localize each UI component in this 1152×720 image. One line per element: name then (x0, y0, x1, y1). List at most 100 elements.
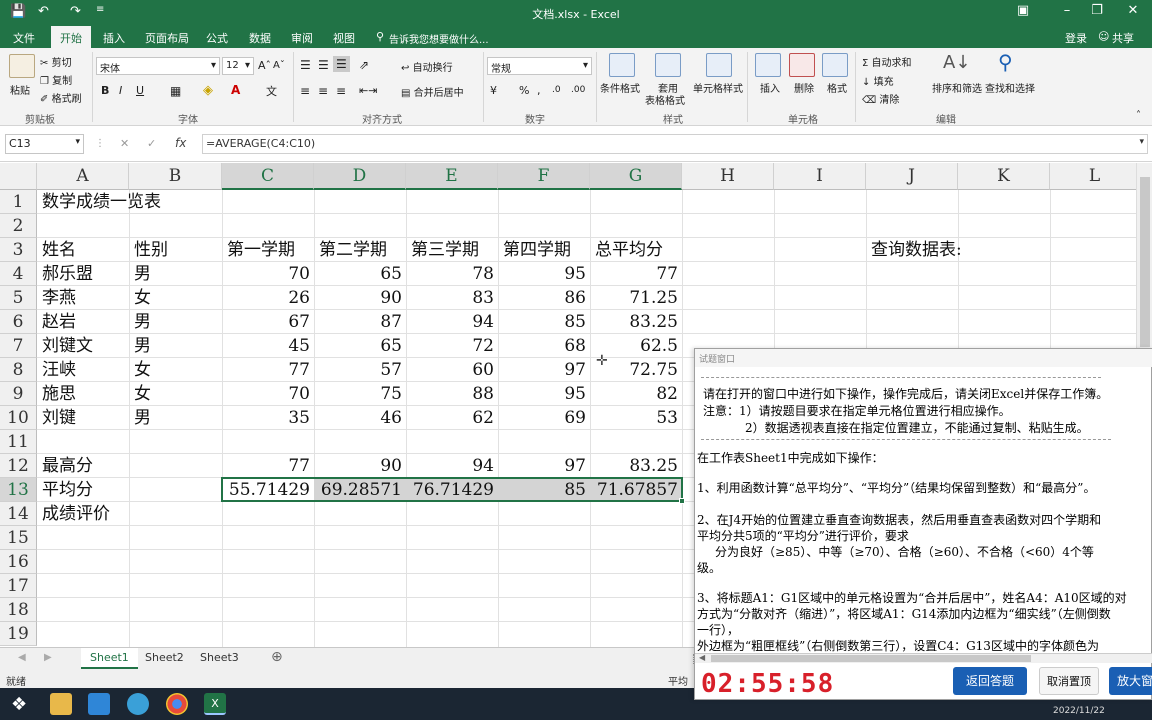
font-name-select[interactable]: 宋体 ▾ (96, 57, 220, 75)
select-all-corner[interactable] (0, 163, 37, 190)
tab-file[interactable]: 文件 (13, 30, 35, 46)
score-cell[interactable]: 87 (314, 310, 406, 334)
name-cell[interactable]: 刘键文 (37, 334, 129, 358)
gender-cell[interactable]: 女 (129, 286, 222, 310)
add-sheet-icon[interactable]: ⊕ (271, 649, 283, 665)
grow-font-icon[interactable]: Aˆ (258, 59, 271, 72)
row-header[interactable]: 15 (0, 526, 37, 550)
format-painter-button[interactable]: ✐ 格式刷 (40, 90, 82, 105)
delete-cells-button[interactable]: 删除 (794, 80, 814, 95)
find-select-button[interactable]: 查找和选择 (985, 80, 1035, 95)
copy-button[interactable]: ❐ 复制 (40, 72, 72, 87)
row-header[interactable]: 13 (0, 478, 37, 502)
score-cell[interactable]: 95 (498, 262, 590, 286)
row-header[interactable]: 18 (0, 598, 37, 622)
max-cell[interactable]: 77 (222, 454, 314, 478)
find-icon[interactable]: ⚲ (998, 50, 1013, 74)
sheet-title-cell[interactable]: 数学成绩一览表 (37, 190, 237, 214)
align-middle-icon[interactable]: ☰ (318, 58, 329, 72)
col-header-g[interactable]: G (590, 163, 682, 190)
name-cell[interactable]: 赵岩 (37, 310, 129, 334)
media-player-icon[interactable] (88, 693, 110, 715)
sort-filter-icon[interactable]: A↓ (943, 52, 970, 73)
col-header-f[interactable]: F (498, 163, 590, 190)
collapse-ribbon-icon[interactable]: ˄ (1136, 110, 1141, 121)
col-header-l[interactable]: L (1050, 163, 1136, 190)
score-cell[interactable]: 90 (314, 286, 406, 310)
number-format-select[interactable]: 常规 ▾ (487, 57, 592, 75)
col-header-b[interactable]: B (129, 163, 222, 190)
name-cell[interactable]: 汪峡 (37, 358, 129, 382)
max-label-cell[interactable]: 最高分 (37, 454, 129, 478)
scrollbar-thumb[interactable] (1140, 177, 1150, 347)
fill-color-icon[interactable]: ◈ (203, 83, 213, 98)
score-cell[interactable]: 88 (406, 382, 498, 406)
search-app-icon[interactable] (127, 693, 149, 715)
score-cell[interactable]: 97 (498, 358, 590, 382)
average-cell[interactable]: 53 (590, 406, 682, 430)
average-cell[interactable]: 82 (590, 382, 682, 406)
score-cell[interactable]: 45 (222, 334, 314, 358)
header-cell[interactable]: 第三学期 (406, 238, 498, 262)
gender-cell[interactable]: 女 (129, 358, 222, 382)
exam-hscrollbar[interactable]: ◀ (695, 653, 1152, 663)
col-header-d[interactable]: D (314, 163, 406, 190)
conditional-format-icon[interactable] (609, 53, 635, 77)
score-cell[interactable]: 65 (314, 334, 406, 358)
col-header-h[interactable]: H (682, 163, 774, 190)
paste-button[interactable]: 粘贴 (10, 82, 30, 97)
row-header[interactable]: 3 (0, 238, 37, 262)
row-header[interactable]: 11 (0, 430, 37, 454)
align-right-icon[interactable]: ≡ (336, 84, 346, 98)
col-header-c[interactable]: C (222, 163, 314, 190)
merge-center-button[interactable]: ▤ 合并后居中 (401, 84, 464, 99)
sheet-tab-1[interactable]: Sheet1 (81, 648, 138, 669)
font-color-icon[interactable]: A (231, 83, 240, 97)
scrollbar-thumb[interactable] (711, 655, 1031, 662)
phonetic-icon[interactable]: 文 (266, 83, 277, 99)
enlarge-window-button[interactable]: 放大窗 (1109, 667, 1152, 695)
avg-cell[interactable]: 85 (498, 478, 590, 502)
col-header-a[interactable]: A (37, 163, 129, 190)
autosum-button[interactable]: Σ 自动求和 (862, 54, 912, 69)
avg-cell[interactable]: 69.28571 (314, 478, 406, 502)
row-header[interactable]: 6 (0, 310, 37, 334)
score-cell[interactable]: 83 (406, 286, 498, 310)
comma-icon[interactable]: , (537, 84, 541, 97)
header-cell[interactable]: 第一学期 (222, 238, 314, 262)
paste-icon[interactable] (9, 54, 35, 78)
row-header[interactable]: 12 (0, 454, 37, 478)
insert-cells-icon[interactable] (755, 53, 781, 77)
average-cell[interactable]: 83.25 (590, 310, 682, 334)
currency-icon[interactable]: ¥ (490, 84, 497, 97)
row-header[interactable]: 14 (0, 502, 37, 526)
name-cell[interactable]: 刘键 (37, 406, 129, 430)
orientation-icon[interactable]: ⇗ (359, 58, 369, 72)
row-header[interactable]: 16 (0, 550, 37, 574)
italic-icon[interactable]: I (119, 84, 122, 97)
indent-icon[interactable]: ⇤⇥ (359, 84, 377, 97)
font-size-select[interactable]: 12 ▾ (222, 57, 254, 75)
score-cell[interactable]: 26 (222, 286, 314, 310)
row-header[interactable]: 5 (0, 286, 37, 310)
score-cell[interactable]: 85 (498, 310, 590, 334)
row-header[interactable]: 17 (0, 574, 37, 598)
borders-icon[interactable]: ▦ (170, 84, 181, 98)
max-cell[interactable]: 97 (498, 454, 590, 478)
col-header-k[interactable]: K (958, 163, 1050, 190)
file-explorer-icon[interactable] (50, 693, 72, 715)
tab-formulas[interactable]: 公式 (206, 30, 228, 46)
scroll-left-icon[interactable]: ◀ (18, 652, 26, 663)
col-header-i[interactable]: I (774, 163, 866, 190)
score-cell[interactable]: 60 (406, 358, 498, 382)
cancel-pin-button[interactable]: 取消置顶 (1039, 667, 1099, 695)
max-cell[interactable]: 83.25 (590, 454, 682, 478)
col-header-j[interactable]: J (866, 163, 958, 190)
score-cell[interactable]: 65 (314, 262, 406, 286)
score-cell[interactable]: 72 (406, 334, 498, 358)
cell-styles-icon[interactable] (706, 53, 732, 77)
scroll-left-icon[interactable]: ◀ (699, 653, 705, 662)
header-cell[interactable]: 第四学期 (498, 238, 590, 262)
row-header[interactable]: 1 (0, 190, 37, 214)
underline-icon[interactable]: U (136, 84, 144, 97)
